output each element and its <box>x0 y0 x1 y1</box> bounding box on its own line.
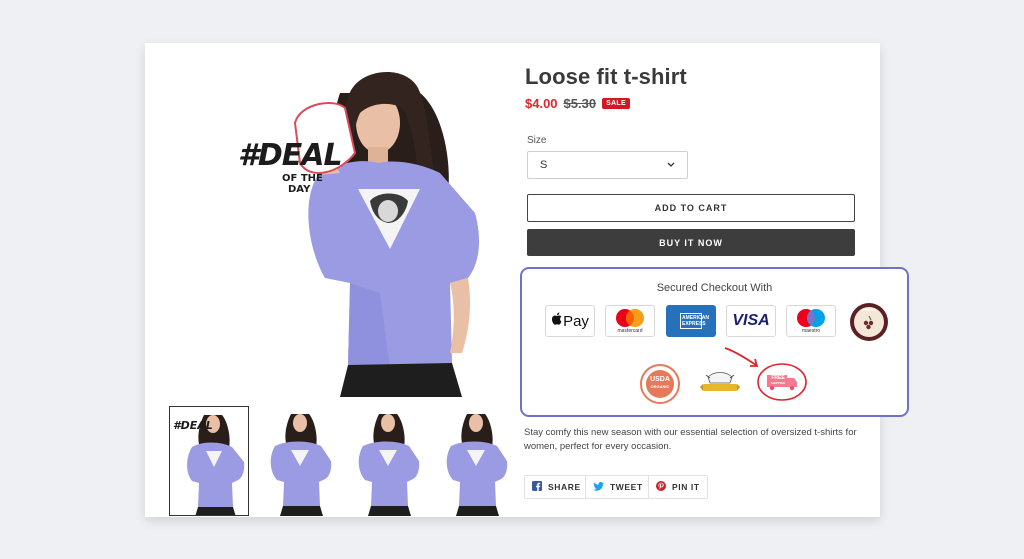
apple-pay-label: Pay <box>563 312 589 330</box>
svg-text:#DEAL: #DEAL <box>173 419 213 432</box>
award-badge: AWARD <box>849 302 889 342</box>
amex-logo: AMERICAN EXPRESS <box>666 305 716 337</box>
deal-line-3: DAY <box>288 184 311 195</box>
visa-logo: VISA <box>726 305 776 337</box>
maestro-label: maestro <box>801 328 821 334</box>
usda-organic-badge: USDA ORGANIC <box>640 364 680 404</box>
pinterest-share-button[interactable]: PIN IT <box>648 475 708 499</box>
secured-checkout-title: Secured Checkout With <box>656 282 773 294</box>
add-to-cart-button[interactable]: ADD TO CART <box>527 194 855 222</box>
mastercard-logo: mastercard <box>605 305 655 337</box>
thumbnail-1[interactable]: #DEAL <box>169 406 249 516</box>
mastercard-label: mastercard <box>617 328 643 334</box>
pinterest-share-label: PIN IT <box>672 482 700 492</box>
amex-label: AMERICAN EXPRESS <box>680 313 709 329</box>
pinterest-icon <box>656 481 666 493</box>
maestro-logo: maestro <box>786 305 836 337</box>
buy-now-button[interactable]: BUY IT NOW <box>527 229 855 256</box>
twitter-icon <box>593 481 604 493</box>
bull-ribbon-badge <box>700 369 740 397</box>
thumbnail-4[interactable] <box>433 406 513 516</box>
twitter-share-button[interactable]: TWEET <box>585 475 651 499</box>
size-select[interactable]: S <box>527 151 688 179</box>
deal-line-2: OF THE <box>282 173 323 184</box>
twitter-share-label: TWEET <box>610 482 643 492</box>
secured-checkout-panel: Secured Checkout With Pay mastercard AME… <box>520 267 909 417</box>
free-shipping-badge: FREE SHIPPING <box>756 361 808 403</box>
facebook-icon <box>532 481 542 493</box>
facebook-share-label: SHARE <box>548 482 581 492</box>
deal-line-1: #DEAL <box>238 138 343 173</box>
thumbnail-2[interactable] <box>257 406 337 516</box>
arrow-icon <box>722 345 762 371</box>
product-description: Stay comfy this new season with our esse… <box>524 427 857 452</box>
apple-icon <box>551 312 562 330</box>
facebook-share-button[interactable]: SHARE <box>524 475 589 499</box>
usda-line-2: ORGANIC <box>650 384 670 389</box>
award-label: AWARD <box>861 307 877 312</box>
product-title: Loose fit t-shirt <box>525 64 687 89</box>
sale-badge: SALE <box>602 98 630 109</box>
chevron-down-icon <box>667 159 675 171</box>
size-value: S <box>540 159 548 171</box>
sale-price: $4.00 <box>525 96 558 111</box>
price-row: $4.00 $5.30 SALE <box>525 96 630 111</box>
size-label: Size <box>527 135 547 146</box>
deal-of-the-day-badge: #DEAL OF THE DAY <box>238 138 343 196</box>
shipping-label: SHIPPING <box>770 381 786 385</box>
thumbnail-3[interactable] <box>345 406 425 516</box>
original-price: $5.30 <box>563 96 597 111</box>
visa-label: VISA <box>732 312 770 329</box>
main-product-image[interactable]: #DEAL OF THE DAY <box>230 63 500 397</box>
usda-line-1: USDA <box>650 376 670 383</box>
apple-pay-logo: Pay <box>545 305 595 337</box>
